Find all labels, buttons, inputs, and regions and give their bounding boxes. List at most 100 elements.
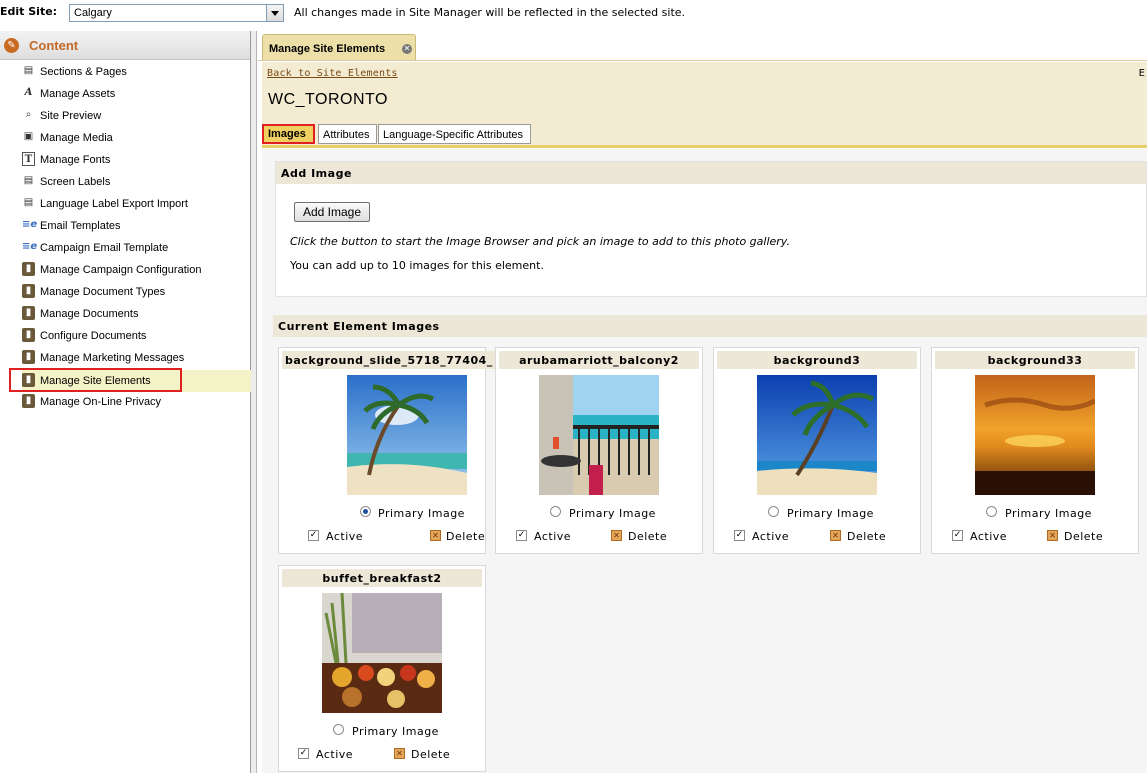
active-label: Active (534, 530, 572, 543)
sidebar-item-label: Language Label Export Import (40, 198, 188, 210)
page-title: WC_TORONTO (268, 91, 388, 108)
image-card: background33 Primary Image ✓ Active ✕ De… (931, 347, 1139, 554)
delete-label[interactable]: Delete (446, 530, 485, 543)
sidebar-item-screen-labels[interactable]: ▤ Screen Labels (22, 173, 251, 191)
tab-label: Manage Site Elements (269, 43, 386, 55)
sidebar-splitter[interactable] (251, 31, 257, 773)
sidebar-item-manage-media[interactable]: ▣ Manage Media (22, 129, 251, 147)
add-image-section: Add Image Add Image Click the button to … (275, 161, 1147, 297)
delete-label[interactable]: Delete (847, 530, 886, 543)
sidebar-item-manage-documents[interactable]: ▮ Manage Documents (22, 305, 251, 323)
sidebar-item-label: Manage Document Types (40, 286, 166, 298)
main-tabstrip: Manage Site Elements ✕ (258, 31, 1147, 61)
sidebar-item-configure-documents[interactable]: ▮ Configure Documents (22, 327, 251, 345)
sidebar-item-email-templates[interactable]: ≡e Email Templates (22, 217, 251, 235)
tab-manage-site-elements[interactable]: Manage Site Elements ✕ (262, 34, 416, 60)
active-checkbox[interactable]: ✓ (952, 530, 963, 541)
image-name: background_slide_5718_77404_ (282, 351, 502, 369)
image-name: background33 (935, 351, 1135, 369)
site-change-message: All changes made in Site Manager will be… (294, 6, 686, 19)
active-checkbox[interactable]: ✓ (298, 748, 309, 759)
image-card: arubamarriott_balcony2 Primary Image ✓ A… (495, 347, 703, 554)
sidebar-item-label: Campaign Email Template (40, 242, 169, 254)
sunset-icon (975, 375, 1095, 495)
sidebar-item-manage-assets[interactable]: A Manage Assets (22, 85, 251, 103)
document-icon: ▮ (22, 262, 35, 276)
delete-label[interactable]: Delete (628, 530, 667, 543)
sidebar-item-campaign-email-template[interactable]: ≡e Campaign Email Template (22, 239, 251, 257)
font-t-icon: T (22, 152, 35, 166)
primary-image-label: Primary Image (378, 507, 465, 520)
tab-attributes[interactable]: Attributes (318, 124, 377, 144)
delete-icon[interactable]: ✕ (1047, 530, 1058, 541)
document-icon: ▮ (22, 306, 35, 320)
current-images-section: Current Element Images background_slide_… (273, 315, 1147, 773)
email-icon: ≡e (22, 219, 38, 230)
sidebar-item-label: Manage Media (40, 132, 113, 144)
site-toolbar: Edit Site: Calgary All changes made in S… (0, 0, 1147, 25)
page-icon: ▤ (23, 175, 34, 186)
selected-item-highlight (9, 368, 182, 392)
balcony-icon (539, 375, 659, 495)
main-panel: Manage Site Elements ✕ Back to Site Elem… (258, 31, 1147, 773)
beach-palm-icon (347, 375, 467, 495)
media-icon: ▣ (23, 131, 34, 142)
site-select-value: Calgary (74, 7, 112, 19)
add-image-button[interactable]: Add Image (294, 202, 370, 222)
primary-image-radio[interactable] (986, 506, 997, 517)
sidebar-item-sections-pages[interactable]: ▤ Sections & Pages (22, 63, 251, 81)
sidebar-item-manage-campaign-configuration[interactable]: ▮ Manage Campaign Configuration (22, 261, 251, 279)
page-icon: ▤ (23, 65, 34, 76)
delete-icon[interactable]: ✕ (430, 530, 441, 541)
add-image-hint: Click the button to start the Image Brow… (290, 235, 790, 248)
delete-icon[interactable]: ✕ (611, 530, 622, 541)
sidebar-item-label: Manage On-Line Privacy (40, 396, 162, 408)
sidebar-item-manage-document-types[interactable]: ▮ Manage Document Types (22, 283, 251, 301)
sidebar-item-label: Manage Assets (40, 88, 116, 100)
primary-image-radio[interactable] (768, 506, 779, 517)
image-card: background3 Primary Image ✓ Active ✕ Del… (713, 347, 921, 554)
delete-label[interactable]: Delete (411, 748, 450, 761)
document-icon: ▮ (22, 350, 35, 364)
image-name: arubamarriott_balcony2 (499, 351, 699, 369)
sidebar-item-label: Site Preview (40, 110, 102, 122)
tab-images[interactable]: Images (262, 124, 315, 144)
back-to-site-elements-link[interactable]: Back to Site Elements (267, 68, 398, 79)
beach-palm-icon (757, 375, 877, 495)
document-icon: ▮ (22, 394, 35, 408)
delete-icon[interactable]: ✕ (394, 748, 405, 759)
active-label: Active (752, 530, 790, 543)
sidebar-header[interactable]: ✎ Content (0, 31, 250, 60)
primary-image-radio[interactable] (550, 506, 561, 517)
sidebar-item-manage-fonts[interactable]: T Manage Fonts (22, 151, 251, 169)
document-icon: ▮ (22, 284, 35, 298)
active-checkbox[interactable]: ✓ (308, 530, 319, 541)
page-icon: ▤ (23, 197, 34, 208)
delete-label[interactable]: Delete (1064, 530, 1103, 543)
section-header: Current Element Images (273, 315, 1147, 337)
active-label: Active (316, 748, 354, 761)
sidebar-item-site-preview[interactable]: ⌕ Site Preview (22, 107, 251, 125)
sidebar-item-label: Manage Campaign Configuration (40, 264, 202, 276)
image-card: buffet_breakfast2 Primary Image ✓ Active… (278, 565, 486, 772)
primary-image-label: Primary Image (569, 507, 656, 520)
active-checkbox[interactable]: ✓ (516, 530, 527, 541)
close-icon[interactable]: ✕ (402, 44, 412, 54)
sidebar-item-manage-marketing-messages[interactable]: ▮ Manage Marketing Messages (22, 349, 251, 367)
tab-language-specific-attributes[interactable]: Language-Specific Attributes (378, 124, 531, 144)
sidebar-title: Content (29, 38, 79, 53)
sidebar-item-label: Manage Documents (40, 308, 139, 320)
chevron-down-icon[interactable] (266, 5, 283, 21)
primary-image-radio[interactable] (333, 724, 344, 735)
section-header: Add Image (276, 162, 1146, 184)
site-select[interactable]: Calgary (69, 4, 284, 22)
sidebar-item-manage-online-privacy[interactable]: ▮ Manage On-Line Privacy (22, 393, 251, 411)
sidebar-item-language-label-export-import[interactable]: ▤ Language Label Export Import (22, 195, 251, 213)
font-a-icon: A (24, 87, 33, 98)
image-limit-note: You can add up to 10 images for this ele… (290, 259, 544, 272)
active-checkbox[interactable]: ✓ (734, 530, 745, 541)
primary-image-radio[interactable] (360, 506, 371, 517)
image-card: background_slide_5718_77404_ Primary Ima… (278, 347, 502, 554)
active-label: Active (970, 530, 1008, 543)
delete-icon[interactable]: ✕ (830, 530, 841, 541)
